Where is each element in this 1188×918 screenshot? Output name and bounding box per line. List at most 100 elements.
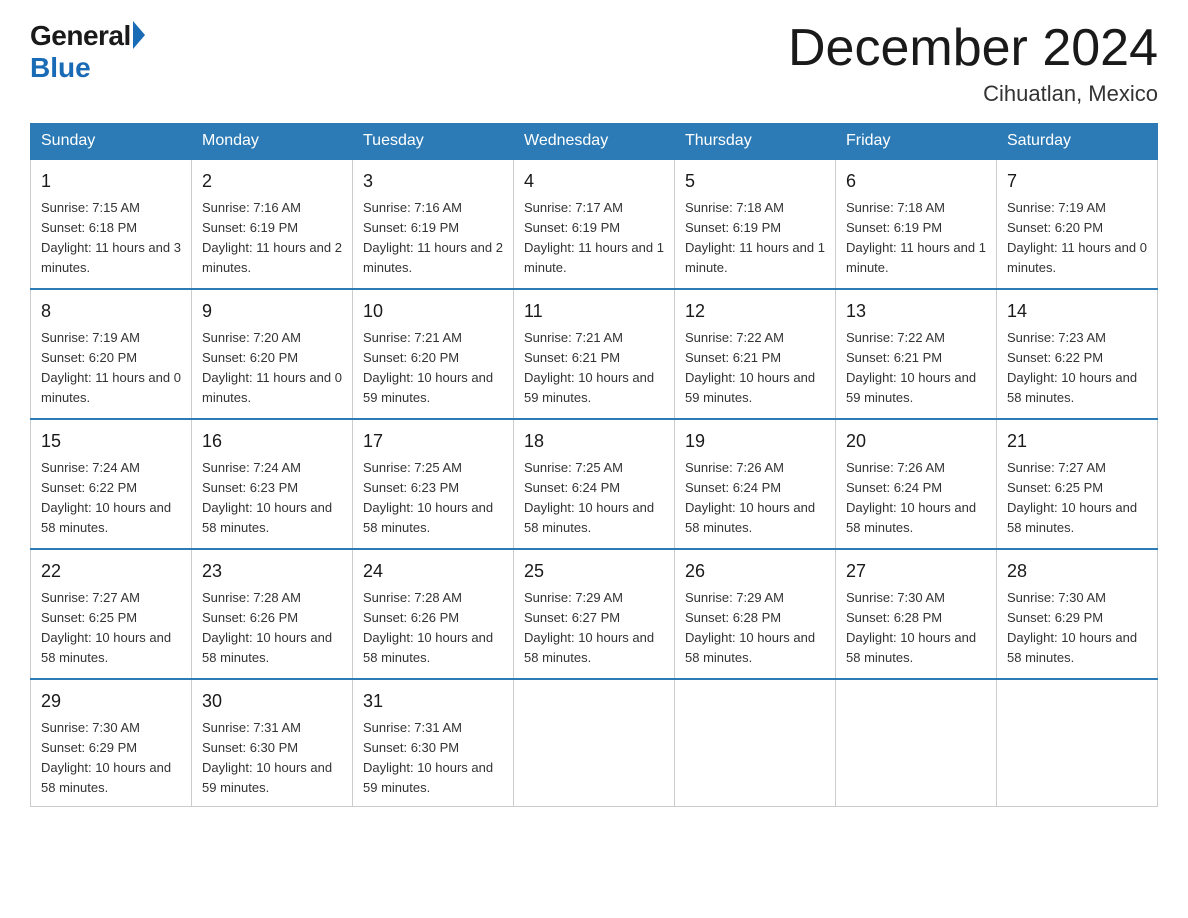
day-info: Sunrise: 7:26 AMSunset: 6:24 PMDaylight:… bbox=[685, 460, 815, 535]
day-number: 22 bbox=[41, 558, 181, 584]
calendar-cell: 2 Sunrise: 7:16 AMSunset: 6:19 PMDayligh… bbox=[192, 159, 353, 289]
location-title: Cihuatlan, Mexico bbox=[788, 81, 1158, 107]
calendar-cell bbox=[997, 679, 1158, 806]
day-number: 5 bbox=[685, 168, 825, 194]
day-number: 25 bbox=[524, 558, 664, 584]
day-info: Sunrise: 7:19 AMSunset: 6:20 PMDaylight:… bbox=[1007, 200, 1147, 275]
day-info: Sunrise: 7:22 AMSunset: 6:21 PMDaylight:… bbox=[685, 330, 815, 405]
day-number: 27 bbox=[846, 558, 986, 584]
calendar-cell: 31 Sunrise: 7:31 AMSunset: 6:30 PMDaylig… bbox=[353, 679, 514, 806]
calendar-cell bbox=[836, 679, 997, 806]
day-number: 23 bbox=[202, 558, 342, 584]
day-info: Sunrise: 7:27 AMSunset: 6:25 PMDaylight:… bbox=[41, 590, 171, 665]
calendar-cell: 24 Sunrise: 7:28 AMSunset: 6:26 PMDaylig… bbox=[353, 549, 514, 679]
day-info: Sunrise: 7:17 AMSunset: 6:19 PMDaylight:… bbox=[524, 200, 664, 275]
day-number: 29 bbox=[41, 688, 181, 714]
calendar-cell: 6 Sunrise: 7:18 AMSunset: 6:19 PMDayligh… bbox=[836, 159, 997, 289]
calendar-week-row: 22 Sunrise: 7:27 AMSunset: 6:25 PMDaylig… bbox=[31, 549, 1158, 679]
calendar-cell: 29 Sunrise: 7:30 AMSunset: 6:29 PMDaylig… bbox=[31, 679, 192, 806]
col-header-tuesday: Tuesday bbox=[353, 124, 514, 160]
day-number: 8 bbox=[41, 298, 181, 324]
day-info: Sunrise: 7:24 AMSunset: 6:23 PMDaylight:… bbox=[202, 460, 332, 535]
day-number: 17 bbox=[363, 428, 503, 454]
day-number: 9 bbox=[202, 298, 342, 324]
day-number: 28 bbox=[1007, 558, 1147, 584]
day-info: Sunrise: 7:23 AMSunset: 6:22 PMDaylight:… bbox=[1007, 330, 1137, 405]
day-number: 11 bbox=[524, 298, 664, 324]
calendar-cell: 11 Sunrise: 7:21 AMSunset: 6:21 PMDaylig… bbox=[514, 289, 675, 419]
logo-blue-text: Blue bbox=[30, 52, 145, 84]
day-number: 2 bbox=[202, 168, 342, 194]
calendar-cell: 1 Sunrise: 7:15 AMSunset: 6:18 PMDayligh… bbox=[31, 159, 192, 289]
calendar-week-row: 1 Sunrise: 7:15 AMSunset: 6:18 PMDayligh… bbox=[31, 159, 1158, 289]
col-header-wednesday: Wednesday bbox=[514, 124, 675, 160]
day-info: Sunrise: 7:19 AMSunset: 6:20 PMDaylight:… bbox=[41, 330, 181, 405]
day-info: Sunrise: 7:27 AMSunset: 6:25 PMDaylight:… bbox=[1007, 460, 1137, 535]
day-number: 24 bbox=[363, 558, 503, 584]
calendar-cell: 23 Sunrise: 7:28 AMSunset: 6:26 PMDaylig… bbox=[192, 549, 353, 679]
calendar-cell: 16 Sunrise: 7:24 AMSunset: 6:23 PMDaylig… bbox=[192, 419, 353, 549]
calendar-cell: 19 Sunrise: 7:26 AMSunset: 6:24 PMDaylig… bbox=[675, 419, 836, 549]
calendar-cell: 26 Sunrise: 7:29 AMSunset: 6:28 PMDaylig… bbox=[675, 549, 836, 679]
day-number: 7 bbox=[1007, 168, 1147, 194]
calendar-cell: 20 Sunrise: 7:26 AMSunset: 6:24 PMDaylig… bbox=[836, 419, 997, 549]
col-header-friday: Friday bbox=[836, 124, 997, 160]
day-info: Sunrise: 7:30 AMSunset: 6:28 PMDaylight:… bbox=[846, 590, 976, 665]
day-info: Sunrise: 7:28 AMSunset: 6:26 PMDaylight:… bbox=[202, 590, 332, 665]
col-header-thursday: Thursday bbox=[675, 124, 836, 160]
calendar-header-row: SundayMondayTuesdayWednesdayThursdayFrid… bbox=[31, 124, 1158, 160]
day-number: 4 bbox=[524, 168, 664, 194]
calendar-cell: 18 Sunrise: 7:25 AMSunset: 6:24 PMDaylig… bbox=[514, 419, 675, 549]
day-info: Sunrise: 7:21 AMSunset: 6:20 PMDaylight:… bbox=[363, 330, 493, 405]
logo: General Blue bbox=[30, 20, 145, 84]
calendar-cell: 28 Sunrise: 7:30 AMSunset: 6:29 PMDaylig… bbox=[997, 549, 1158, 679]
day-info: Sunrise: 7:30 AMSunset: 6:29 PMDaylight:… bbox=[1007, 590, 1137, 665]
day-number: 30 bbox=[202, 688, 342, 714]
day-info: Sunrise: 7:22 AMSunset: 6:21 PMDaylight:… bbox=[846, 330, 976, 405]
day-info: Sunrise: 7:28 AMSunset: 6:26 PMDaylight:… bbox=[363, 590, 493, 665]
calendar-cell: 7 Sunrise: 7:19 AMSunset: 6:20 PMDayligh… bbox=[997, 159, 1158, 289]
day-info: Sunrise: 7:18 AMSunset: 6:19 PMDaylight:… bbox=[846, 200, 986, 275]
day-info: Sunrise: 7:18 AMSunset: 6:19 PMDaylight:… bbox=[685, 200, 825, 275]
day-number: 16 bbox=[202, 428, 342, 454]
day-number: 15 bbox=[41, 428, 181, 454]
day-number: 6 bbox=[846, 168, 986, 194]
title-area: December 2024 Cihuatlan, Mexico bbox=[788, 20, 1158, 107]
day-info: Sunrise: 7:29 AMSunset: 6:28 PMDaylight:… bbox=[685, 590, 815, 665]
calendar-week-row: 15 Sunrise: 7:24 AMSunset: 6:22 PMDaylig… bbox=[31, 419, 1158, 549]
calendar-cell: 14 Sunrise: 7:23 AMSunset: 6:22 PMDaylig… bbox=[997, 289, 1158, 419]
day-info: Sunrise: 7:20 AMSunset: 6:20 PMDaylight:… bbox=[202, 330, 342, 405]
calendar-cell: 21 Sunrise: 7:27 AMSunset: 6:25 PMDaylig… bbox=[997, 419, 1158, 549]
calendar-cell: 17 Sunrise: 7:25 AMSunset: 6:23 PMDaylig… bbox=[353, 419, 514, 549]
calendar-cell bbox=[514, 679, 675, 806]
day-number: 3 bbox=[363, 168, 503, 194]
calendar-week-row: 8 Sunrise: 7:19 AMSunset: 6:20 PMDayligh… bbox=[31, 289, 1158, 419]
day-info: Sunrise: 7:29 AMSunset: 6:27 PMDaylight:… bbox=[524, 590, 654, 665]
calendar-cell: 30 Sunrise: 7:31 AMSunset: 6:30 PMDaylig… bbox=[192, 679, 353, 806]
day-info: Sunrise: 7:24 AMSunset: 6:22 PMDaylight:… bbox=[41, 460, 171, 535]
calendar-cell: 15 Sunrise: 7:24 AMSunset: 6:22 PMDaylig… bbox=[31, 419, 192, 549]
calendar-cell: 27 Sunrise: 7:30 AMSunset: 6:28 PMDaylig… bbox=[836, 549, 997, 679]
day-number: 10 bbox=[363, 298, 503, 324]
page-header: General Blue December 2024 Cihuatlan, Me… bbox=[30, 20, 1158, 107]
calendar-cell: 3 Sunrise: 7:16 AMSunset: 6:19 PMDayligh… bbox=[353, 159, 514, 289]
day-number: 20 bbox=[846, 428, 986, 454]
calendar-week-row: 29 Sunrise: 7:30 AMSunset: 6:29 PMDaylig… bbox=[31, 679, 1158, 806]
calendar-cell bbox=[675, 679, 836, 806]
day-number: 13 bbox=[846, 298, 986, 324]
day-number: 31 bbox=[363, 688, 503, 714]
col-header-saturday: Saturday bbox=[997, 124, 1158, 160]
day-info: Sunrise: 7:16 AMSunset: 6:19 PMDaylight:… bbox=[202, 200, 342, 275]
day-info: Sunrise: 7:31 AMSunset: 6:30 PMDaylight:… bbox=[363, 720, 493, 795]
day-number: 18 bbox=[524, 428, 664, 454]
month-title: December 2024 bbox=[788, 20, 1158, 77]
day-number: 1 bbox=[41, 168, 181, 194]
day-info: Sunrise: 7:21 AMSunset: 6:21 PMDaylight:… bbox=[524, 330, 654, 405]
col-header-sunday: Sunday bbox=[31, 124, 192, 160]
day-info: Sunrise: 7:16 AMSunset: 6:19 PMDaylight:… bbox=[363, 200, 503, 275]
day-info: Sunrise: 7:25 AMSunset: 6:24 PMDaylight:… bbox=[524, 460, 654, 535]
calendar-cell: 9 Sunrise: 7:20 AMSunset: 6:20 PMDayligh… bbox=[192, 289, 353, 419]
calendar-cell: 10 Sunrise: 7:21 AMSunset: 6:20 PMDaylig… bbox=[353, 289, 514, 419]
day-info: Sunrise: 7:31 AMSunset: 6:30 PMDaylight:… bbox=[202, 720, 332, 795]
col-header-monday: Monday bbox=[192, 124, 353, 160]
